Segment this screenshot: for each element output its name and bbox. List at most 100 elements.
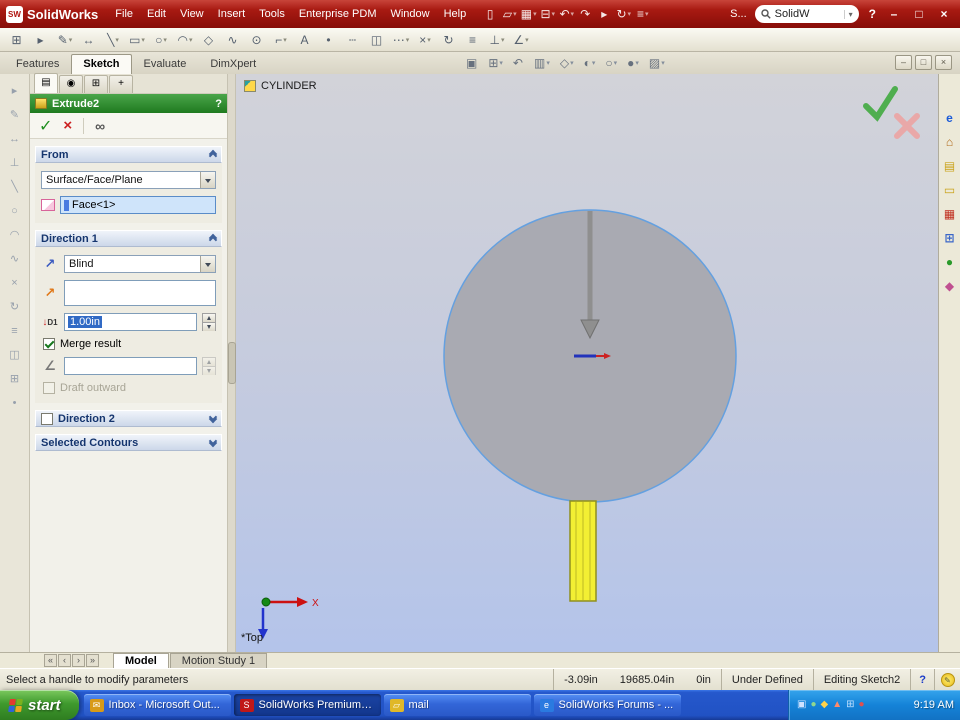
tray-icon-network[interactable]: ⊞ bbox=[846, 698, 854, 712]
draft-angle-field[interactable] bbox=[64, 357, 197, 375]
search-results-icon[interactable]: ▭ bbox=[941, 182, 959, 198]
confirm-cancel-button[interactable] bbox=[894, 113, 920, 139]
tab-sketch[interactable]: Sketch bbox=[71, 54, 132, 74]
pdm-vault-icon[interactable]: ● bbox=[941, 254, 959, 270]
smart-dimension-icon[interactable]: ↔ bbox=[78, 30, 100, 50]
spin-down-icon[interactable] bbox=[203, 322, 215, 331]
pm-tab-dimxpert[interactable]: ⊞ bbox=[84, 75, 108, 93]
pm-tab-display[interactable]: + bbox=[109, 75, 133, 93]
circle-icon[interactable]: ○ ▾ bbox=[150, 30, 172, 50]
dropdown-arrow-icon[interactable] bbox=[200, 172, 215, 188]
from-type-dropdown[interactable]: Surface/Face/Plane bbox=[41, 171, 216, 189]
view-orientation-icon[interactable]: ◇ ▾ bbox=[560, 56, 574, 70]
display-relations-icon[interactable]: ⊥ ▾ bbox=[486, 30, 508, 50]
splitter-handle[interactable] bbox=[228, 342, 236, 384]
text-icon[interactable]: A bbox=[294, 30, 316, 50]
tab-dimxpert[interactable]: DimXpert bbox=[198, 54, 268, 74]
pattern-tool-icon[interactable]: ⊞ bbox=[5, 372, 25, 386]
mirror-entities-icon[interactable]: ◫ bbox=[366, 30, 388, 50]
detailed-preview-icon[interactable]: ∞ bbox=[95, 118, 105, 134]
open-icon[interactable]: ▱ ▾ bbox=[500, 7, 519, 21]
direction1-group-header[interactable]: Direction 1 bbox=[35, 230, 222, 247]
quick-tips-button[interactable]: ✎ bbox=[934, 669, 960, 690]
toolbar-overflow-label[interactable]: S... bbox=[730, 8, 747, 20]
menu-window[interactable]: Window bbox=[383, 0, 436, 28]
minimize-button[interactable]: – bbox=[885, 7, 903, 21]
task-solidworks[interactable]: S SolidWorks Premium 2... bbox=[233, 694, 381, 716]
arc-icon[interactable]: ◠ ▾ bbox=[174, 30, 196, 50]
tray-icon-display[interactable]: ▣ bbox=[797, 698, 806, 712]
section-view-icon[interactable]: ▥ ▾ bbox=[534, 56, 550, 70]
tab-motion-study[interactable]: Motion Study 1 bbox=[169, 653, 268, 668]
tab-features[interactable]: Features bbox=[4, 54, 71, 74]
select-tool-icon[interactable]: ▸ bbox=[5, 84, 25, 98]
menu-help[interactable]: Help bbox=[437, 0, 474, 28]
tab-model[interactable]: Model bbox=[113, 653, 169, 668]
tab-scroll-first[interactable]: « bbox=[44, 654, 57, 667]
dropdown-arrow-icon[interactable] bbox=[200, 256, 215, 272]
offset-tool-icon[interactable]: ≡ bbox=[5, 324, 25, 338]
pm-tab-properties[interactable]: ▤ bbox=[34, 73, 58, 93]
depth-spinner[interactable] bbox=[202, 313, 216, 331]
task-ie-forums[interactable]: e SolidWorks Forums - ... bbox=[533, 694, 681, 716]
display-style-icon[interactable]: ◐ ▾ bbox=[584, 56, 596, 70]
tab-scroll-prev[interactable]: ‹ bbox=[58, 654, 71, 667]
save-icon[interactable]: ▦ ▾ bbox=[519, 7, 538, 21]
panel-splitter[interactable] bbox=[228, 74, 236, 652]
pm-cancel-button[interactable]: × bbox=[63, 117, 72, 134]
menu-view[interactable]: View bbox=[173, 0, 211, 28]
document-recovery-icon[interactable]: ⊞ bbox=[941, 230, 959, 246]
editing-mode-label[interactable]: Editing Sketch2 bbox=[812, 669, 910, 690]
doc-minimize-button[interactable]: – bbox=[895, 55, 912, 70]
spline-tool-icon[interactable]: ∿ bbox=[5, 252, 25, 266]
design-library-icon[interactable]: ⌂ bbox=[941, 134, 959, 150]
point-tool-icon[interactable]: • bbox=[5, 396, 25, 410]
edit-appearance-icon[interactable]: ● ▾ bbox=[627, 56, 639, 70]
ellipse-icon[interactable]: ⊙ bbox=[246, 30, 268, 50]
convert-entities-icon[interactable]: ↻ bbox=[438, 30, 460, 50]
spin-up-icon[interactable] bbox=[203, 314, 215, 322]
end-condition-dropdown[interactable]: Blind bbox=[64, 255, 216, 273]
search-input[interactable]: SolidW ▾ bbox=[754, 5, 859, 23]
menu-edit[interactable]: Edit bbox=[140, 0, 173, 28]
direction-reference-box[interactable] bbox=[64, 280, 216, 306]
spline-icon[interactable]: ∿ bbox=[222, 30, 244, 50]
pm-tab-configurations[interactable]: ◉ bbox=[59, 75, 83, 93]
relation-tool-icon[interactable]: ⊥ bbox=[5, 156, 25, 170]
pm-ok-button[interactable]: ✓ bbox=[39, 116, 52, 136]
selected-contours-header[interactable]: Selected Contours bbox=[35, 434, 222, 451]
help-button[interactable]: ? bbox=[869, 7, 876, 21]
point-icon[interactable]: • bbox=[318, 30, 340, 50]
line-tool-icon[interactable]: ╲ bbox=[5, 180, 25, 194]
menu-tools[interactable]: Tools bbox=[252, 0, 292, 28]
graphics-area[interactable]: CYLINDER X *Top bbox=[236, 74, 938, 652]
polygon-icon[interactable]: ◇ bbox=[198, 30, 220, 50]
redo-icon[interactable]: ↷ bbox=[576, 7, 595, 21]
select-arrow-icon[interactable]: ▸ bbox=[30, 30, 52, 50]
extrude-preview[interactable] bbox=[569, 500, 597, 602]
scene-icon[interactable]: ▨ ▾ bbox=[649, 56, 665, 70]
merge-result-checkbox[interactable] bbox=[43, 338, 55, 350]
depth-field[interactable]: 1.00in bbox=[64, 313, 197, 331]
centerline-icon[interactable]: ┄ bbox=[342, 30, 364, 50]
doc-restore-button[interactable]: □ bbox=[915, 55, 932, 70]
close-button[interactable]: × bbox=[935, 7, 953, 21]
appearances-icon[interactable]: ◆ bbox=[941, 278, 959, 294]
previous-view-icon[interactable]: ↶ bbox=[513, 56, 524, 70]
tray-icon-updates[interactable]: ◆ bbox=[821, 698, 829, 712]
tray-icon-antivirus[interactable]: ● bbox=[810, 698, 816, 712]
hide-show-icon[interactable]: ○ ▾ bbox=[605, 56, 617, 70]
start-button[interactable]: start bbox=[0, 690, 79, 720]
pm-help-button[interactable]: ? bbox=[215, 98, 222, 110]
direction2-checkbox[interactable] bbox=[41, 412, 53, 425]
select-icon[interactable]: ▸ bbox=[595, 7, 614, 21]
tab-evaluate[interactable]: Evaluate bbox=[132, 54, 199, 74]
quick-snaps-icon[interactable]: ∠ ▾ bbox=[510, 30, 532, 50]
dimension-tool-icon[interactable]: ↔ bbox=[5, 132, 25, 146]
arc-tool-icon[interactable]: ◠ bbox=[5, 228, 25, 242]
menu-insert[interactable]: Insert bbox=[211, 0, 253, 28]
undo-icon[interactable]: ↶ ▾ bbox=[557, 7, 576, 21]
zoom-fit-icon[interactable]: ▣ bbox=[466, 56, 478, 70]
rectangle-icon[interactable]: ▭ ▾ bbox=[126, 30, 148, 50]
linear-pattern-icon[interactable]: ⋯ ▾ bbox=[390, 30, 412, 50]
